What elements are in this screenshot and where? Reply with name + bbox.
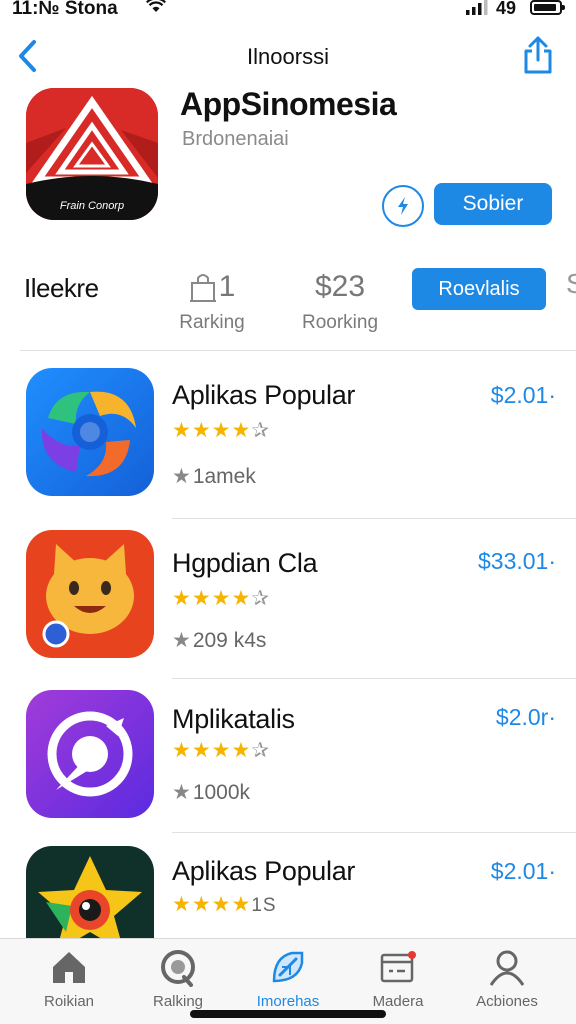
battery-icon (530, 0, 565, 15)
reviews-button[interactable]: Roevlalis (412, 268, 546, 310)
app-icon-compass (26, 690, 154, 818)
review-count-value: 209 k4s (192, 629, 267, 652)
stat-edge-text: S (566, 268, 576, 299)
app-title: Aplikas Popular (172, 856, 356, 886)
rating-stars-half: ✰ (251, 419, 270, 442)
ranking-icon (161, 950, 195, 987)
stat-price-value: $23 (314, 270, 366, 303)
price-button[interactable]: $2.01· (491, 382, 556, 409)
stats-title: Ileekre (24, 273, 99, 303)
review-count-value: 1amek (192, 465, 256, 488)
price-button[interactable]: $33.01· (478, 548, 556, 575)
person-icon (489, 950, 525, 986)
tab-ranking[interactable]: Ralking (123, 947, 233, 1010)
home-indicator (190, 1010, 386, 1018)
tab-label: Roikian (43, 993, 95, 1010)
home-icon (53, 952, 85, 983)
rating-stars-half: ✰ (251, 587, 270, 610)
star-icon: ★ (172, 465, 191, 488)
get-button[interactable]: Sobier (434, 183, 552, 225)
compass-icon (26, 690, 154, 818)
review-count: ★1amek (172, 464, 256, 489)
rating-stars: ★★★★1S (172, 892, 277, 917)
divider (172, 678, 576, 679)
review-count: ★209 k4s (172, 628, 266, 653)
review-count-value: 1000k (192, 781, 251, 804)
app-title: Aplikas Popular (172, 380, 356, 410)
battery-percent: 49 (496, 0, 517, 18)
tab-inbox[interactable]: Madera (343, 947, 453, 1010)
tab-profile[interactable]: Acbiones (452, 947, 562, 1010)
list-item[interactable]: Aplikas Popular ★★★★✰ ★1amek $2.01· (0, 358, 576, 508)
discover-icon (272, 951, 304, 983)
rating-stars: ★★★★✰ (172, 418, 270, 443)
lightning-button[interactable] (382, 185, 424, 227)
divider (20, 350, 576, 351)
lightning-icon (398, 197, 408, 215)
app-icon-swirl (26, 368, 154, 496)
rating-stars: ★★★★✰ (172, 586, 270, 611)
tab-discover[interactable]: Imorehas (233, 947, 343, 1010)
list-item[interactable]: Mplikatalis ★★★★✰ ★1000k $2.0r· (0, 682, 576, 832)
nav-title: Ilnoorssi (247, 44, 329, 69)
swirl-icon (26, 368, 154, 496)
divider (172, 832, 576, 833)
cat-face-icon (26, 530, 154, 658)
app-title: Mplikatalis (172, 704, 295, 734)
price-button[interactable]: $2.01· (491, 858, 556, 885)
inbox-icon (380, 951, 416, 983)
app-title: Hgpdian Cla (172, 548, 318, 578)
tab-label: Madera (372, 993, 424, 1010)
app-icon: Frain Conorp (26, 88, 158, 220)
star-icon: ★ (172, 629, 191, 652)
bag-icon (189, 274, 216, 302)
app-name: AppSinomesia (180, 86, 397, 122)
tab-label: Acbiones (476, 993, 538, 1010)
status-bar: 11:№ Stona 49 (0, 0, 576, 22)
rating-stars-filled: ★★★★ (172, 419, 252, 442)
rating-stars-filled: ★★★★ (172, 587, 252, 610)
wifi-icon (146, 0, 166, 12)
app-icon-cat (26, 530, 154, 658)
stat-ranking-label: Rarking (179, 312, 245, 333)
star-icon: ★ (172, 781, 191, 804)
rating-stars-filled: ★★★★ (172, 739, 252, 762)
app-subtitle: Brdonenaiai (182, 128, 289, 150)
app-icon-caption: Frain Conorp (59, 200, 125, 212)
stat-price-label: Roorking (301, 312, 379, 333)
divider (172, 518, 576, 519)
stat-price: $23 Roorking (294, 268, 386, 334)
signal-icon (466, 0, 488, 15)
stat-ranking: 1 Rarking (168, 268, 256, 334)
price-button[interactable]: $2.0r· (496, 704, 556, 731)
tab-label: Imorehas (256, 993, 320, 1010)
rating-stars-filled: ★★★★ (172, 893, 252, 916)
rating-stars-half: 1S (251, 895, 277, 916)
status-time: 11:№ Stona (12, 0, 118, 19)
review-count: ★1000k (172, 780, 250, 805)
tab-label: Ralking (152, 993, 204, 1010)
list-item[interactable]: Hgpdian Cla ★★★★✰ ★209 k4s $33.01· (0, 520, 576, 670)
share-icon[interactable] (520, 34, 556, 76)
rating-stars: ★★★★✰ (172, 738, 270, 763)
stat-ranking-value: 1 (218, 270, 236, 303)
rating-stars-half: ✰ (251, 739, 270, 762)
tab-home[interactable]: Roikian (14, 947, 124, 1010)
